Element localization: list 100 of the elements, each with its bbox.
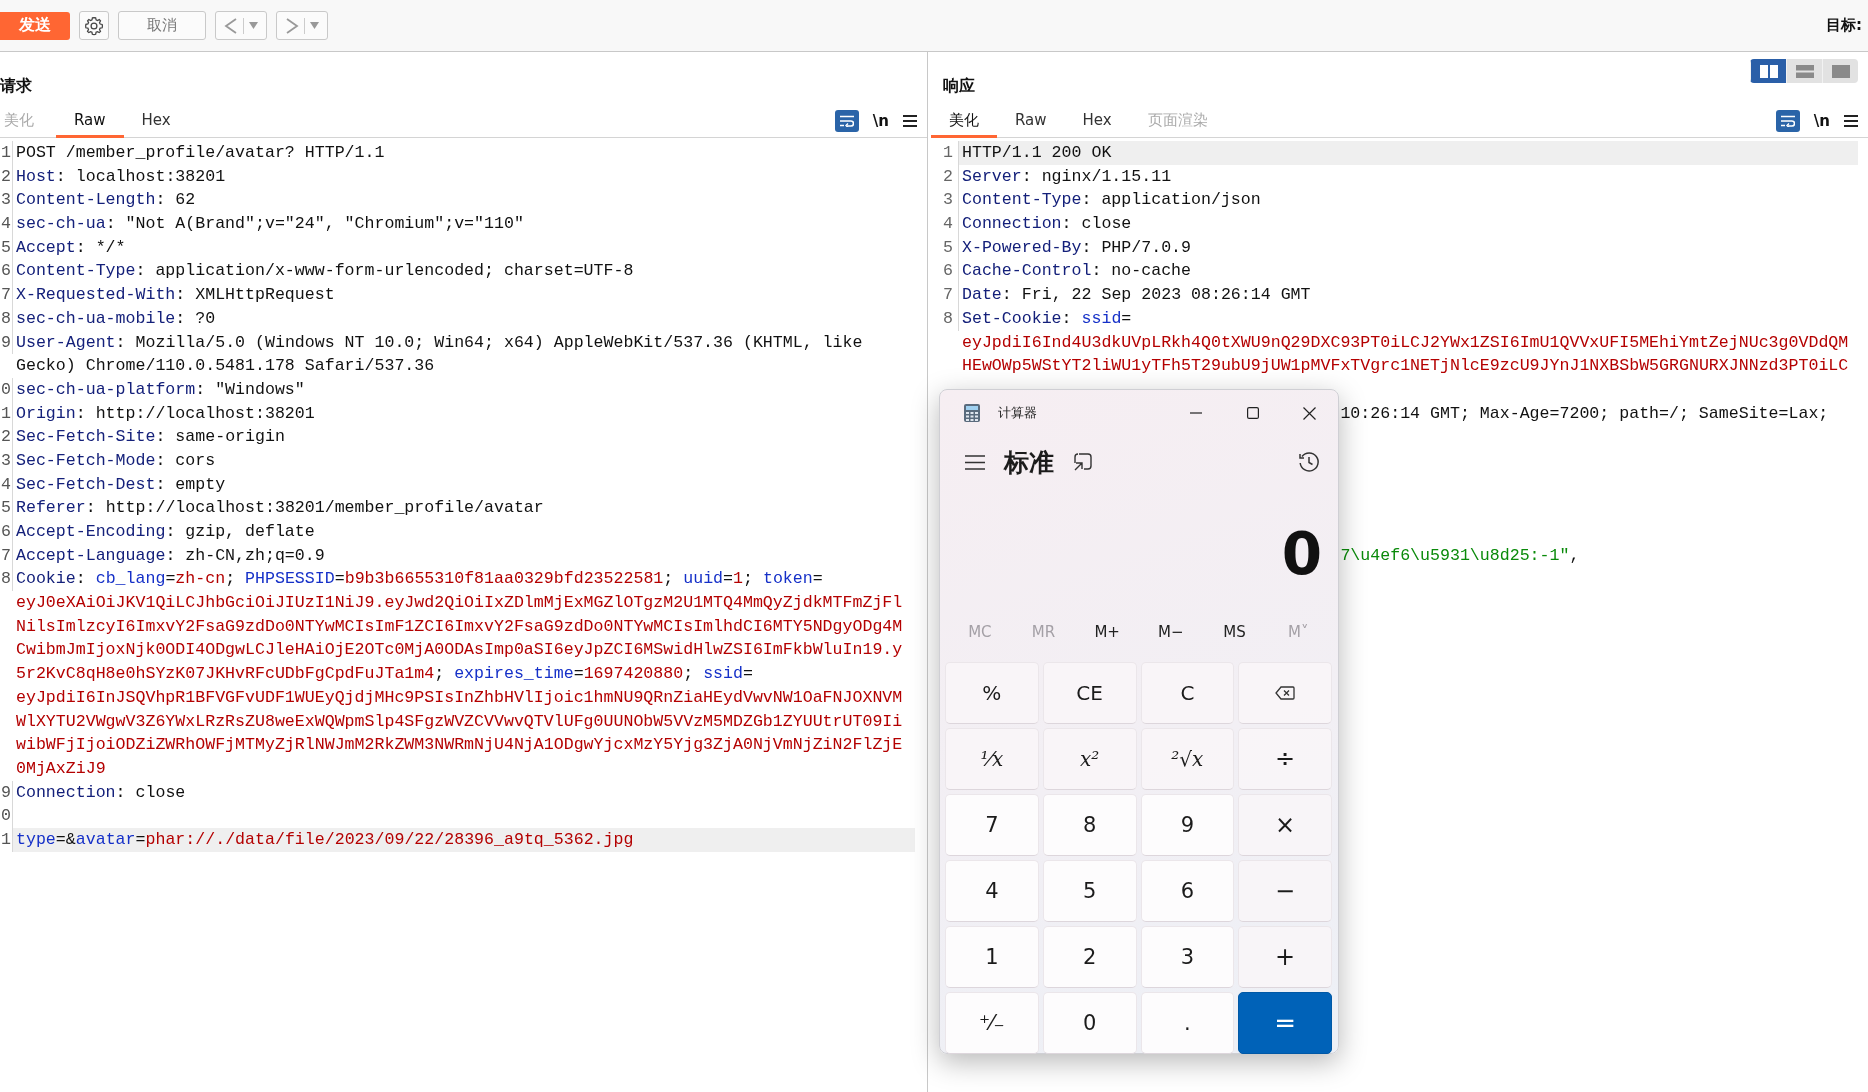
code-line: X-Requested-With: XMLHttpRequest — [15, 284, 336, 307]
line-number: 9 — [0, 330, 13, 355]
calculator-key[interactable]: . — [1140, 992, 1235, 1054]
word-wrap-button[interactable] — [834, 110, 859, 132]
calculator-key[interactable]: ⁺⁄₋ — [945, 992, 1039, 1054]
code-line: Sec-Fetch-Mode: cors — [15, 449, 217, 472]
line-number: 4 — [0, 472, 13, 497]
calculator-key[interactable]: = — [1238, 992, 1332, 1054]
code-line: Gecko) Chrome/110.0.5481.178 Safari/537.36 — [15, 355, 436, 378]
code-line: Date: Fri, 22 Sep 2023 08:26:14 GMT — [961, 284, 1312, 307]
calculator-key[interactable]: 8 — [1042, 794, 1137, 856]
rows-icon — [1795, 64, 1814, 78]
line-number: 6 — [0, 520, 13, 544]
line-number: 7 — [0, 543, 13, 568]
code-line: sec-ch-ua: "Not A(Brand";v="24", "Chromium";v="110" — [15, 213, 525, 236]
code-line: HEwOWp5WStYT2liWU1yTFh5T29ubU9jUW1pMVFxTVgrc1NETjNlcE9zcU9JYnJ1NXBSbW5GRGNURXJNNzd3PT0iLC — [961, 355, 1850, 378]
calculator-key[interactable]: 3 — [1140, 926, 1235, 988]
code-line: CwibmJmIjoxNjk0ODI4ODgwLCJleHAiOjE2OTc0MjA0ODAsImp0aSI6eyJpZCI6MSwidHlwZSI6ImFkbWluIn19.y — [15, 639, 904, 662]
calculator-key[interactable]: 5 — [1042, 860, 1137, 922]
caret-icon — [249, 22, 258, 29]
layout-toggle[interactable] — [1822, 59, 1858, 83]
settings-button[interactable] — [79, 11, 109, 40]
tab[interactable]: Hex — [123, 105, 189, 138]
calculator-key[interactable]: CE — [1042, 662, 1137, 724]
menu-icon — [965, 454, 985, 470]
window-title: 计算器 — [998, 404, 1037, 422]
newline-toggle[interactable]: \n — [1813, 112, 1830, 130]
memory-button[interactable]: M− — [1139, 623, 1203, 641]
code-line: NilsImlzcyI6ImxvY2FsaG9zdDo0NTYwMCIsImF1ZCI6ImxvY2FsaG9zdDo0NTYwMCIsImlhdCI6MTY5NDgyODg4M — [15, 615, 904, 638]
panel-title: 响应 — [942, 76, 975, 97]
line-number: 1 — [0, 141, 13, 165]
line-number: 1 — [0, 401, 13, 426]
menu-button[interactable] — [1844, 115, 1858, 127]
calculator-key[interactable]: % — [945, 662, 1039, 724]
maximize-icon — [1246, 407, 1259, 419]
word-wrap-button[interactable] — [1775, 110, 1800, 132]
code-line: Cache-Control: no-cache — [961, 260, 1193, 283]
code-line: WlXYTU2VWgwV3Z6YWxLRzRsZU8weExWQWpmSlp4SFgzWVZCVVwvQTVlUFg0UUNObW5VVzM5MDZGb1ZYUUtrUT09Ii — [15, 710, 904, 733]
line-number: 3 — [931, 188, 959, 213]
history-icon — [1298, 451, 1320, 473]
code-line: 10:26:14 GMT; Max-Age=7200; path=/; SameSite=Lax; — [1340, 402, 1829, 425]
calculator-key[interactable]: 9 — [1140, 794, 1235, 856]
back-button[interactable] — [215, 11, 267, 40]
line-number: 3 — [0, 188, 13, 213]
line-number: 9 — [0, 780, 13, 805]
mode-title: 标准 — [1004, 446, 1054, 479]
menu-button[interactable] — [903, 115, 917, 127]
line-number: 4 — [0, 212, 13, 236]
calculator-key[interactable]: 2 — [1042, 926, 1137, 988]
line-number: 2 — [0, 425, 13, 449]
newline-toggle[interactable]: \n — [872, 112, 889, 130]
code-line: X-Powered-By: PHP/7.0.9 — [961, 236, 1193, 259]
code-line: User-Agent: Mozilla/5.0 (Windows NT 10.0; Win64; x64) AppleWebKit/537.36 (KHTML, like — [15, 331, 864, 354]
tab[interactable]: Raw — [997, 105, 1065, 138]
calculator-key[interactable]: + — [1238, 926, 1332, 988]
code-line: Content-Length: 62 — [15, 189, 197, 212]
line-number: 5 — [0, 235, 13, 260]
calculator-key[interactable]: C — [1140, 662, 1235, 724]
chevron-left-icon — [224, 16, 238, 35]
panel-title: 请求 — [0, 76, 32, 97]
minimize-icon — [1189, 412, 1202, 414]
code-line: sec-ch-ua-mobile: ?0 — [15, 307, 217, 330]
calculator-key[interactable]: 0 — [1042, 992, 1137, 1054]
code-line: eyJ0eXAiOiJKV1QiLCJhbGciOiJIUzI1NiJ9.eyJwd2QiOiIxZDlmMjExMGZlOTgzM2U1MTQ4MmQyZjdkMTFmZjFl — [15, 592, 904, 615]
backspace-icon — [1275, 686, 1296, 700]
line-number: 5 — [931, 235, 959, 260]
calculator-key[interactable]: 7 — [945, 794, 1039, 856]
cancel-button[interactable]: 取消 — [118, 11, 206, 40]
code-line: Host: localhost:38201 — [15, 165, 227, 188]
line-number: 8 — [931, 306, 959, 331]
line-number: 5 — [0, 496, 13, 520]
columns-icon — [1759, 64, 1778, 78]
memory-button[interactable]: M+ — [1075, 623, 1139, 641]
forward-button[interactable] — [276, 11, 328, 40]
tab[interactable]: 美化 — [931, 105, 997, 138]
calculator-key[interactable]: ¹⁄x — [945, 728, 1039, 790]
tab[interactable]: Raw — [56, 105, 124, 138]
calculator-key[interactable]: ÷ — [1238, 728, 1332, 790]
calculator-key[interactable]: × — [1238, 794, 1332, 856]
chevron-right-icon — [285, 16, 299, 35]
layout-toggle[interactable] — [1750, 59, 1786, 83]
code-line: POST /member_profile/avatar? HTTP/1.1 — [15, 142, 386, 164]
memory-button[interactable]: MS — [1202, 623, 1267, 641]
tab[interactable]: Hex — [1064, 105, 1130, 138]
code-line: Connection: close — [15, 781, 187, 804]
layout-toggle[interactable] — [1786, 59, 1822, 83]
result-display: 0 — [1280, 519, 1323, 590]
calculator-key[interactable]: 4 — [945, 860, 1039, 922]
wrap-icon — [1780, 115, 1795, 127]
code-line: Sec-Fetch-Site: same-origin — [15, 426, 286, 449]
code-line: Set-Cookie: ssid= — [961, 307, 1133, 330]
calculator-key[interactable]: x² — [1042, 728, 1137, 790]
calculator-key[interactable]: 6 — [1140, 860, 1235, 922]
calculator-key[interactable]: ²√x — [1140, 728, 1235, 790]
calculator-key[interactable]: − — [1238, 860, 1332, 922]
close-icon — [1303, 406, 1316, 420]
calculator-key[interactable]: 1 — [945, 926, 1039, 988]
code-line: Cookie: cb_lang=zh-cn; PHPSESSID=b9b3b6655310f81aa0329bfd23522581; uuid=1; token= — [15, 568, 824, 591]
code-line: 5r2KvC8qH8e0hSYzK07JKHvRFcUDbFgCpdFuJTa1m4; expires_time=1697420880; ssid= — [15, 663, 754, 686]
code-line: Accept-Encoding: gzip, deflate — [15, 521, 316, 543]
